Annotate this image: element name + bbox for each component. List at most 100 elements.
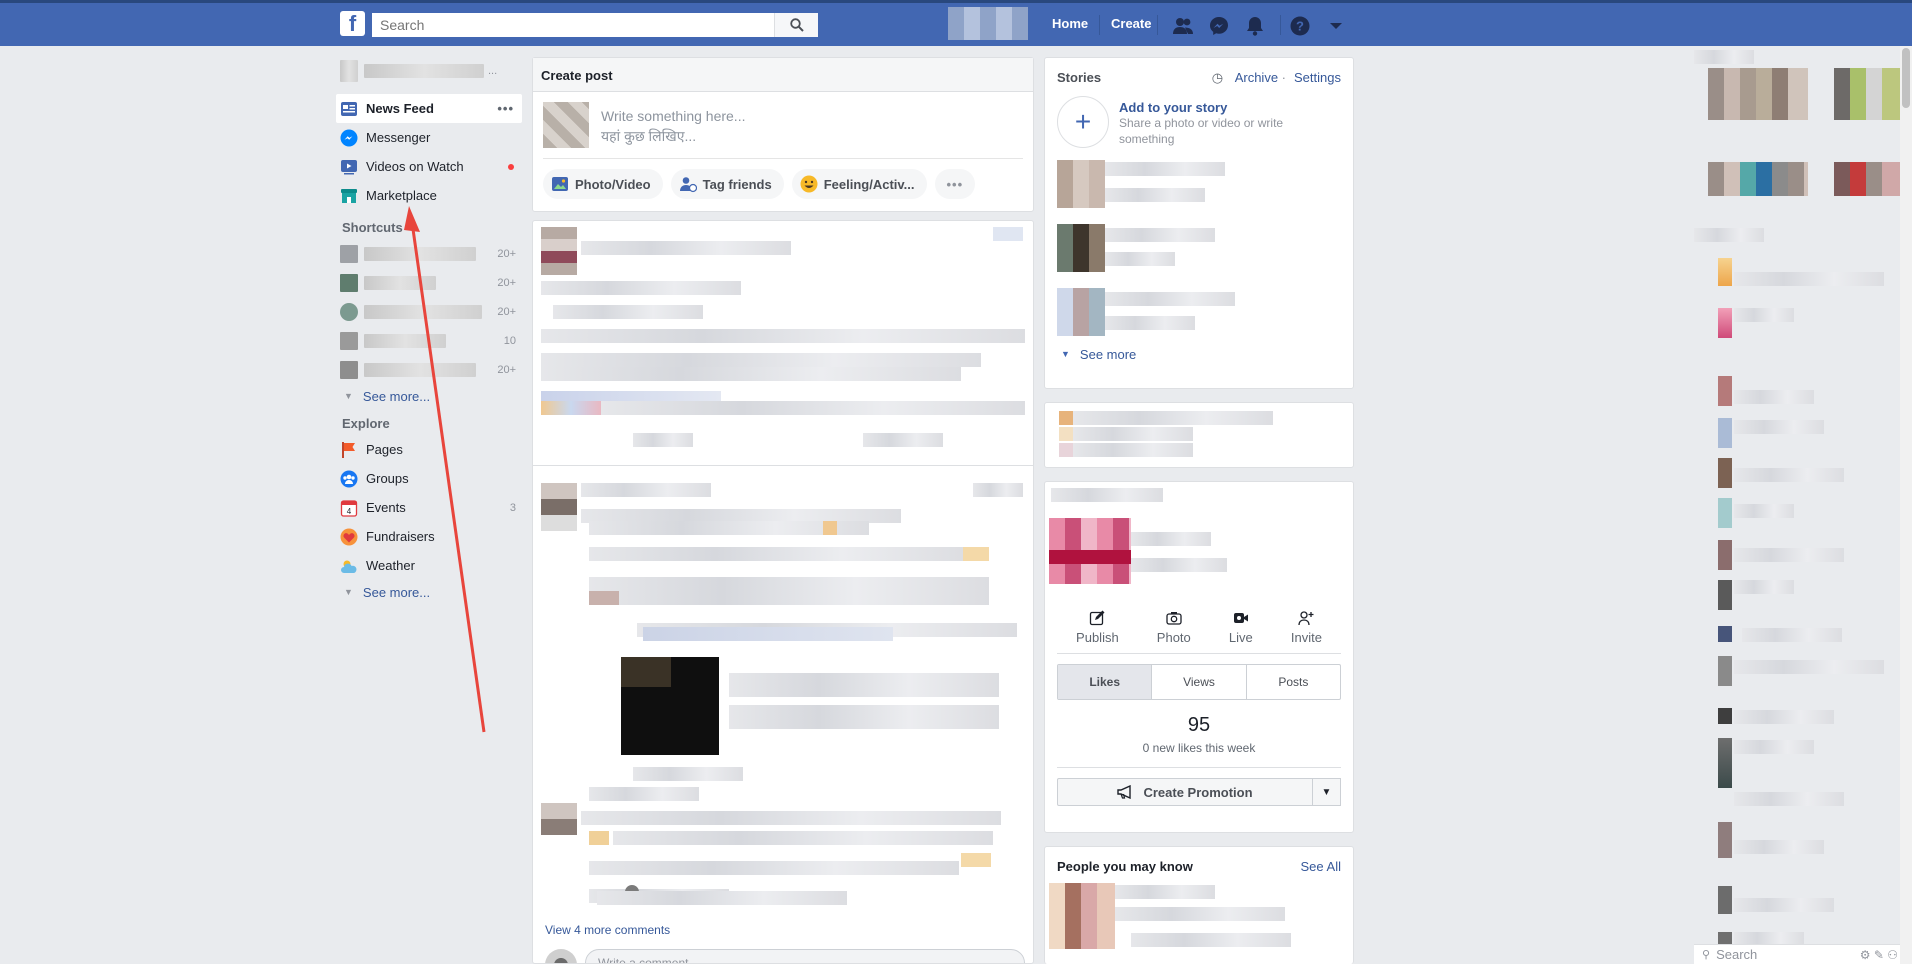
contact-avatar[interactable] (1718, 626, 1732, 642)
chat-search-bar[interactable]: ⚲ Search ⚙ ✎ ⚇ (1694, 944, 1904, 964)
tab-posts[interactable]: Posts (1247, 665, 1340, 699)
contact-name[interactable] (1734, 548, 1844, 562)
contact-name[interactable] (1734, 660, 1884, 674)
shortcuts-see-more-link[interactable]: ▼ See more... (336, 384, 522, 408)
story-thumbnail[interactable] (1057, 160, 1105, 208)
contact-name[interactable] (1734, 272, 1884, 286)
search-button[interactable] (774, 13, 818, 37)
post-options[interactable] (993, 227, 1023, 241)
contact-name[interactable] (1734, 308, 1794, 322)
person-name[interactable] (1115, 885, 1215, 899)
contact-avatar[interactable] (1718, 822, 1732, 858)
composer-input-area[interactable]: Write something here... यहां कुछ लिखिए..… (533, 92, 1033, 148)
feeling-activity-button[interactable]: Feeling/Activ... (791, 169, 927, 199)
composer-placeholder[interactable]: Write something here... (601, 106, 745, 126)
contact-avatar[interactable] (1718, 656, 1732, 686)
add-friend-button[interactable] (1131, 933, 1291, 947)
reactions-summary[interactable] (541, 401, 601, 415)
invite-button[interactable]: Invite (1291, 610, 1322, 645)
contact-photos-grid[interactable] (1708, 162, 1808, 196)
contact-avatar[interactable] (1718, 258, 1732, 286)
more-options-button[interactable]: ••• (934, 169, 976, 199)
home-link[interactable]: Home (1052, 16, 1088, 31)
contact-avatar[interactable] (1718, 708, 1732, 724)
contact-name[interactable] (1734, 468, 1844, 482)
scrollbar-thumb[interactable] (1902, 48, 1910, 108)
contact-name[interactable] (1734, 740, 1814, 754)
post-action[interactable] (633, 433, 693, 447)
stories-settings-link[interactable]: Settings (1294, 70, 1341, 85)
contact-name[interactable] (1734, 580, 1794, 594)
see-all-link[interactable]: See All (1301, 859, 1341, 874)
story-thumbnail[interactable] (1057, 288, 1105, 336)
contact-name[interactable] (1734, 792, 1844, 806)
help-icon[interactable]: ? (1289, 15, 1311, 37)
shortcut-item[interactable]: 20+ (336, 239, 522, 268)
contact-name[interactable] (1734, 898, 1834, 912)
friend-requests-icon[interactable] (1172, 15, 1194, 37)
contact-avatar[interactable] (1718, 308, 1732, 338)
contact-name[interactable] (1734, 710, 1834, 724)
contact-photos-grid[interactable] (1708, 68, 1808, 120)
page-scrollbar[interactable] (1900, 46, 1912, 964)
post-action[interactable] (863, 433, 943, 447)
promotion-dropdown-chevron-icon[interactable]: ▼ (1313, 778, 1341, 806)
explore-see-more-link[interactable]: ▼ See more... (336, 580, 522, 604)
tag-friends-button[interactable]: Tag friends (670, 169, 784, 199)
facebook-logo-icon[interactable]: f (340, 11, 365, 36)
publish-button[interactable]: Publish (1076, 610, 1119, 645)
contact-name[interactable] (1734, 504, 1794, 518)
page-name[interactable] (1051, 488, 1163, 502)
contact-avatar[interactable] (1718, 418, 1732, 448)
tab-likes[interactable]: Likes (1058, 665, 1153, 699)
profile-avatar[interactable] (948, 7, 1028, 40)
contact-name[interactable] (1734, 390, 1814, 404)
sidebar-item-videos-on-watch[interactable]: Videos on Watch (336, 152, 522, 181)
sidebar-item-news-feed[interactable]: News Feed ••• (336, 94, 522, 123)
composer-placeholder-hindi[interactable]: यहां कुछ लिखिए... (601, 126, 745, 146)
photo-button[interactable]: Photo (1157, 610, 1191, 645)
notifications-bell-icon[interactable] (1244, 15, 1266, 37)
contact-name[interactable] (1742, 628, 1842, 642)
sidebar-item-weather[interactable]: Weather (336, 551, 522, 580)
comment-input[interactable]: Write a comment... (585, 949, 1025, 963)
create-promotion-button[interactable]: Create Promotion (1057, 778, 1313, 806)
contact-avatar[interactable] (1718, 498, 1732, 528)
chat-settings-gear-icon[interactable]: ⚙ ✎ ⚇ (1860, 948, 1898, 962)
profile-link[interactable]: ... (336, 56, 522, 86)
create-link[interactable]: Create (1111, 16, 1151, 31)
contact-avatar[interactable] (1718, 580, 1732, 610)
plus-icon[interactable]: + (1057, 96, 1109, 148)
contact-photos-grid[interactable] (1834, 162, 1900, 196)
sidebar-item-groups[interactable]: Groups (336, 464, 522, 493)
archive-link[interactable]: Archive (1235, 70, 1278, 85)
add-to-story[interactable]: + Add to your story Share a photo or vid… (1045, 92, 1353, 152)
account-menu-chevron-icon[interactable] (1325, 15, 1347, 37)
photo-video-button[interactable]: Photo/Video (543, 169, 663, 199)
contact-avatar[interactable] (1718, 376, 1732, 406)
tab-views[interactable]: Views (1152, 665, 1247, 699)
stories-see-more-link[interactable]: ▼ See more (1045, 342, 1353, 366)
contact-photos-grid[interactable] (1834, 68, 1900, 120)
contact-avatar[interactable] (1718, 738, 1732, 788)
search-input[interactable] (372, 13, 772, 37)
shortcut-item[interactable]: 20+ (336, 355, 522, 384)
contact-avatar[interactable] (1718, 540, 1732, 570)
contact-avatar[interactable] (1718, 886, 1732, 914)
news-feed-options-icon[interactable]: ••• (497, 101, 514, 116)
sidebar-item-events[interactable]: 4 Events 3 (336, 493, 522, 522)
sidebar-item-messenger[interactable]: Messenger (336, 123, 522, 152)
post-author-name[interactable] (581, 241, 791, 255)
contact-name[interactable] (1734, 420, 1824, 434)
shortcut-item[interactable]: 10 (336, 326, 522, 355)
shortcut-item[interactable]: 20+ (336, 297, 522, 326)
story-thumbnail[interactable] (1057, 224, 1105, 272)
sidebar-item-pages[interactable]: Pages (336, 435, 522, 464)
post-author-avatar[interactable] (541, 227, 577, 275)
messenger-icon[interactable] (1208, 15, 1230, 37)
comment-avatar[interactable] (541, 803, 577, 835)
contact-name[interactable] (1734, 840, 1824, 854)
live-button[interactable]: Live (1229, 610, 1253, 645)
view-more-comments-link[interactable]: View 4 more comments (545, 923, 670, 937)
person-photo[interactable] (1049, 883, 1115, 949)
